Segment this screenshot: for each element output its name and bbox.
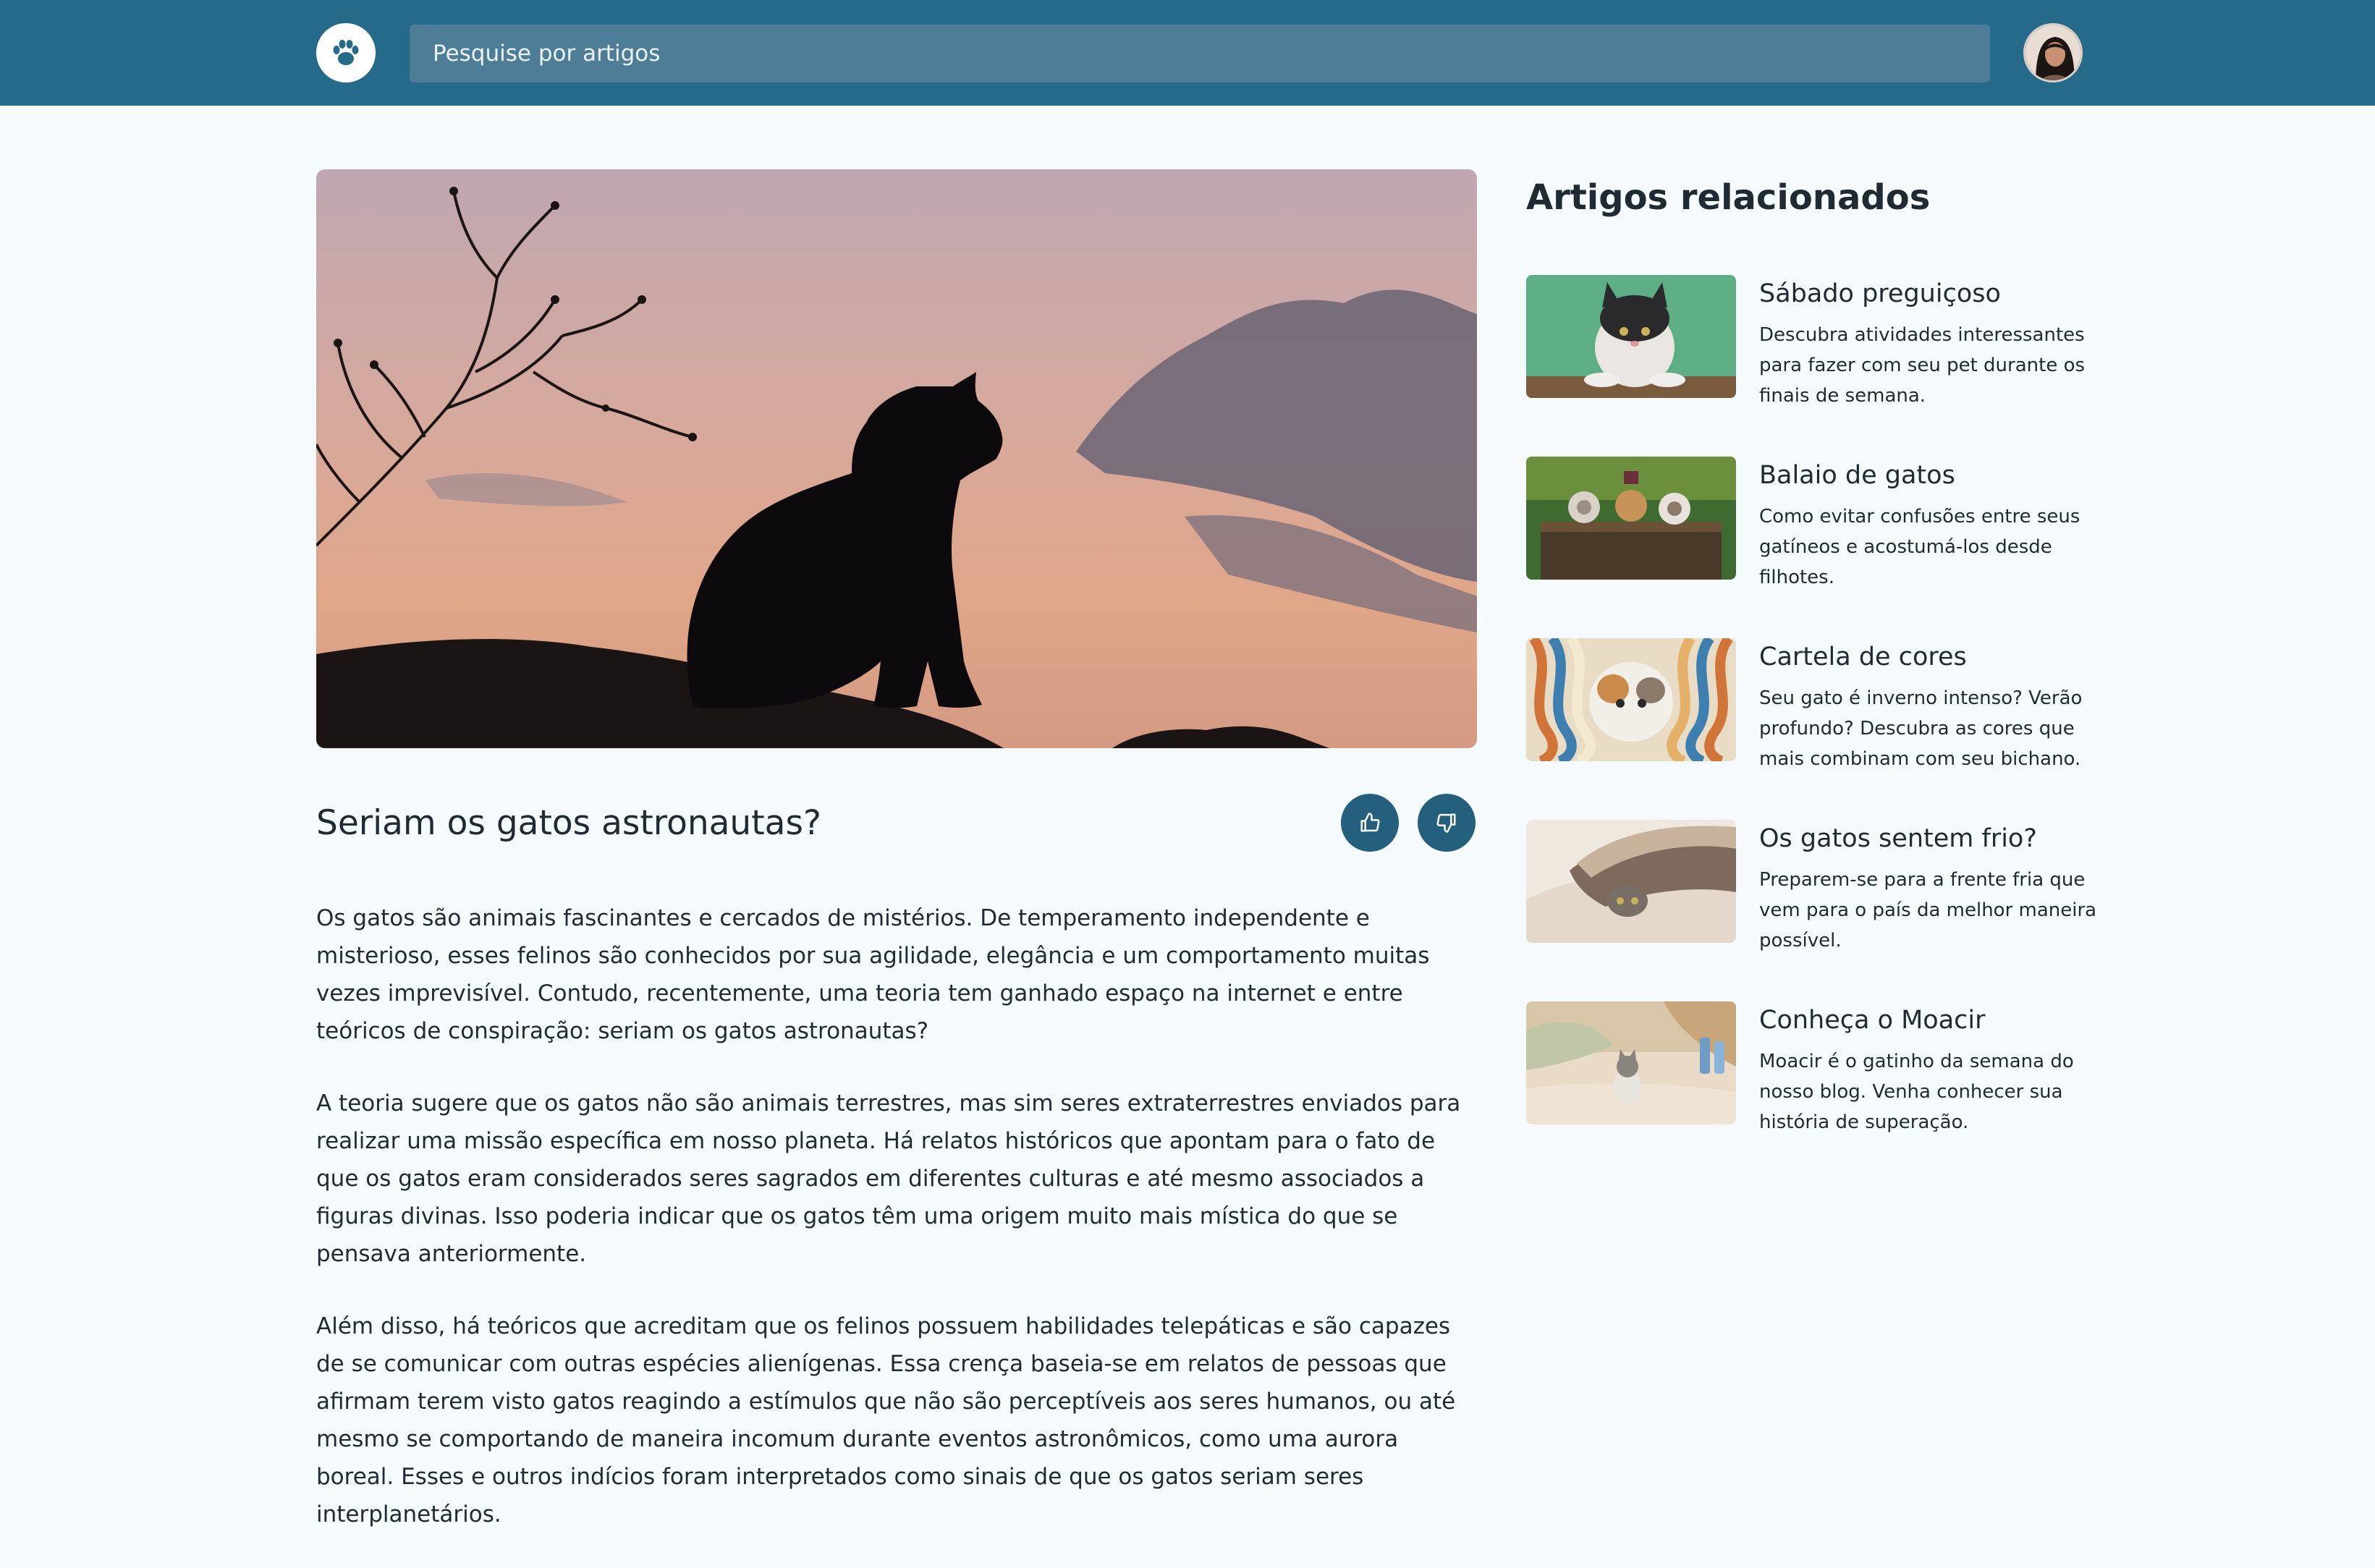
logo[interactable] [316, 23, 376, 82]
related-article-thumbnail[interactable] [1526, 638, 1736, 761]
thumbs-down-icon [1436, 813, 1456, 833]
related-article-thumbnail[interactable] [1526, 275, 1736, 398]
related-article-thumbnail[interactable] [1526, 820, 1736, 943]
related-article-title[interactable]: Sábado preguiçoso [1759, 275, 2099, 313]
paw-icon [333, 40, 359, 65]
top-bar [0, 0, 2375, 106]
like-button[interactable] [1341, 794, 1399, 852]
related-article-item[interactable]: Balaio de gatos Como evitar confusões en… [1526, 457, 2086, 588]
related-article-title[interactable]: Balaio de gatos [1759, 457, 2099, 494]
related-article-thumbnail[interactable] [1526, 1001, 1736, 1124]
related-article-item[interactable]: Sábado preguiçoso Descubra atividades in… [1526, 275, 2086, 407]
article-title: Seriam os gatos astronautas? [316, 803, 821, 843]
avatar[interactable] [2023, 23, 2083, 82]
article-paragraph: Além disso, há teóricos que acreditam qu… [316, 1313, 1456, 1527]
dislike-button[interactable] [1418, 794, 1476, 852]
article-body: Os gatos são animais fascinantes e cerca… [316, 899, 1481, 1568]
search-input[interactable] [433, 41, 1990, 67]
related-article-item[interactable]: Os gatos sentem frio? Preparem-se para a… [1526, 820, 2096, 952]
user-avatar-image [2025, 25, 2080, 80]
article-paragraph: Os gatos são animais fascinantes e cerca… [316, 905, 1430, 1044]
hero-image [316, 169, 1477, 748]
article-paragraph: A teoria sugere que os gatos não são ani… [316, 1090, 1461, 1267]
thumbs-up-icon [1360, 813, 1380, 832]
related-article-thumbnail[interactable] [1526, 457, 1736, 580]
related-articles-title: Artigos relacionados [1526, 177, 1931, 218]
related-article-description: Descubra atividades interessantes para f… [1759, 324, 2086, 407]
related-article-title[interactable]: Conheça o Moacir [1759, 1001, 2099, 1039]
related-article-description: Moacir é o gatinho da semana do nosso bl… [1759, 1051, 2074, 1133]
related-article-item[interactable]: Conheça o Moacir Moacir é o gatinho da s… [1526, 1001, 2086, 1133]
related-article-item[interactable]: Cartela de cores Seu gato é inverno inte… [1526, 638, 2086, 770]
related-article-description: Como evitar confusões entre seus gatíneo… [1759, 506, 2080, 588]
related-article-description: Preparem-se para a frente fria que vem p… [1759, 869, 2097, 952]
search-bar[interactable] [410, 25, 1990, 82]
related-article-description: Seu gato é inverno intenso? Verão profun… [1759, 687, 2083, 770]
related-article-title[interactable]: Cartela de cores [1759, 638, 2099, 676]
related-article-title[interactable]: Os gatos sentem frio? [1759, 820, 2099, 857]
